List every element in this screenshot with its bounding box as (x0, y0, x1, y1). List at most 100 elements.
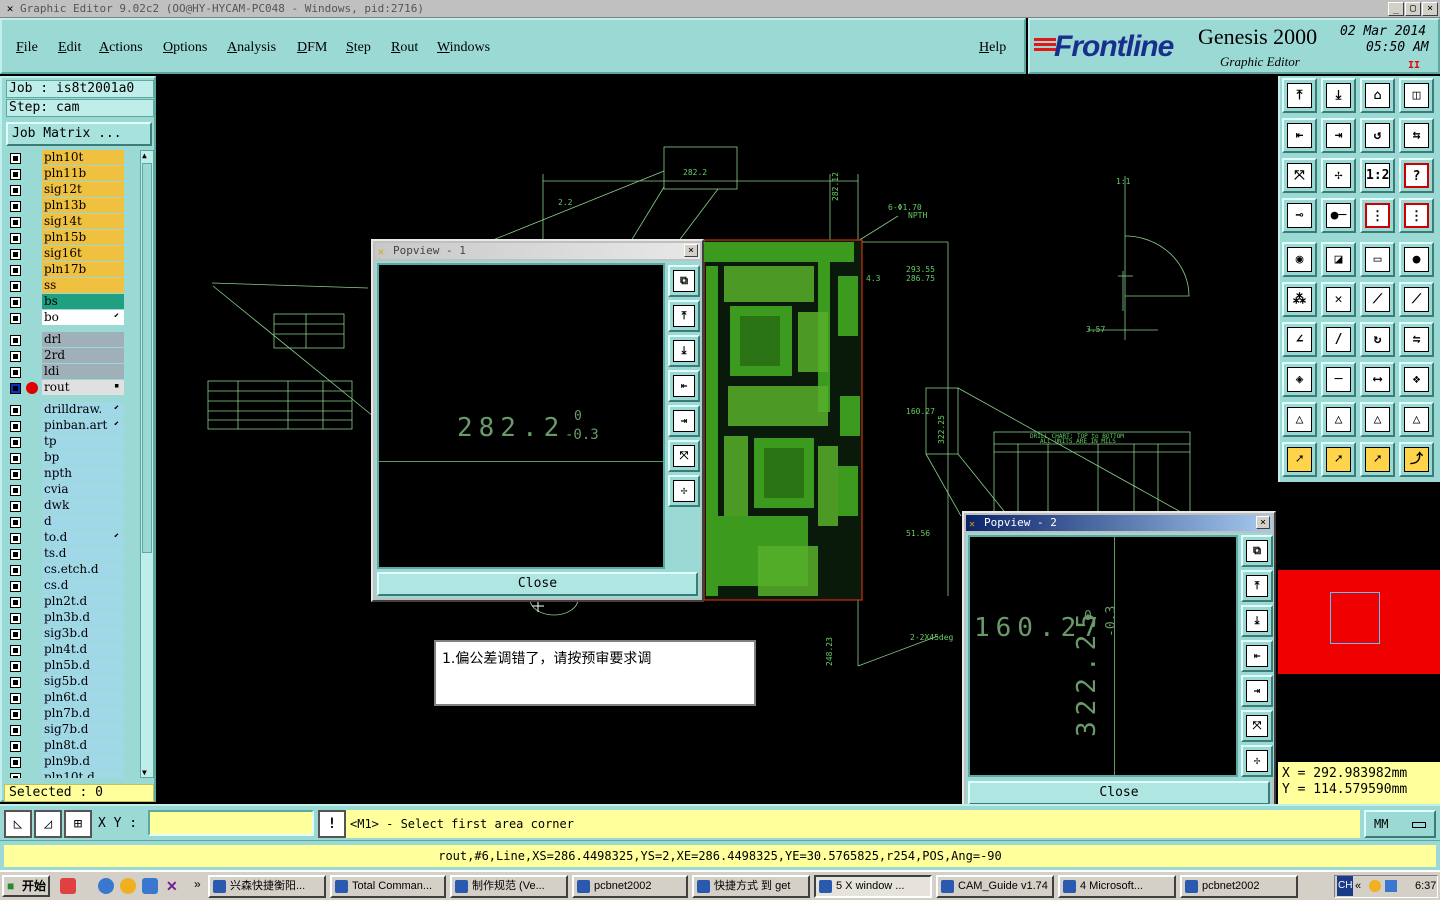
pv1-pan-right-button[interactable]: ⇥ (668, 405, 700, 437)
layer-name[interactable]: pln10t (42, 150, 124, 165)
layer-name[interactable]: pln13b (42, 198, 124, 213)
menu-analysis[interactable]: Analysis (227, 40, 276, 56)
pv2-pan-down-button[interactable]: ⤓ (1241, 605, 1273, 637)
popview-2-titlebar[interactable]: ✕ Popview - 2 × (966, 515, 1272, 531)
popview-2-close-button[interactable]: Close (968, 781, 1270, 805)
layer-name[interactable]: pln10t.d (42, 770, 124, 778)
layer-row[interactable]: sig7b.d (6, 722, 124, 738)
layer-name[interactable]: 2rd (42, 348, 124, 363)
tray-clock-icon[interactable] (1369, 880, 1381, 892)
layer-name[interactable]: sig14t (42, 214, 124, 229)
task-button-1[interactable]: 兴森快捷衡阳... (208, 875, 326, 898)
tool-pan-left-button[interactable]: ⇤ (1282, 118, 1317, 153)
tool-select-net-button[interactable]: ⤴ (1399, 442, 1434, 477)
scroll-down-icon[interactable]: ▼ (142, 768, 147, 777)
layer-row[interactable]: pln9b.d (6, 754, 124, 770)
layer-checkbox[interactable] (10, 485, 21, 496)
layer-row[interactable]: dwk (6, 498, 124, 514)
layer-row[interactable]: pln13b (6, 198, 124, 214)
layer-row[interactable]: pln3b.d (6, 610, 124, 626)
layer-row[interactable]: bp (6, 450, 124, 466)
layer-checkbox[interactable] (10, 313, 21, 324)
task-button-9[interactable]: pcbnet2002 (1180, 875, 1298, 898)
layer-name[interactable]: sig16t (42, 246, 124, 261)
tool-redraw-button[interactable]: ↺ (1360, 118, 1395, 153)
layer-checkbox[interactable] (10, 533, 21, 544)
x-app-icon[interactable]: ✕ (3, 2, 17, 16)
task-button-7[interactable]: CAM_Guide v1.74 (936, 875, 1054, 898)
layer-checkbox[interactable] (10, 453, 21, 464)
layer-name[interactable]: pln8t.d (42, 738, 124, 753)
layer-checkbox[interactable] (10, 469, 21, 480)
tool-hline-button[interactable]: ─ (1321, 362, 1356, 397)
popview-1-window[interactable]: ✕ Popview - 1 × 282.2 0 -0.3 ⧉ ⤒ ⤓ ⇤ ⇥ ⤧… (371, 239, 704, 602)
task-button-2[interactable]: Total Comman... (330, 875, 446, 898)
layer-row[interactable]: pln6t.d (6, 690, 124, 706)
layer-row[interactable]: cvia (6, 482, 124, 498)
layer-name[interactable]: pln5b.d (42, 658, 124, 673)
layer-checkbox[interactable] (10, 217, 21, 228)
layer-row[interactable]: pln2t.d (6, 594, 124, 610)
layer-name[interactable]: ts.d (42, 546, 124, 561)
layer-row[interactable]: to.d ⬋ (6, 530, 124, 546)
layer-name[interactable]: drilldraw. (42, 402, 124, 417)
layer-name[interactable]: drl (42, 332, 124, 347)
layer-name[interactable]: to.d (42, 530, 124, 545)
layer-name[interactable]: tp (42, 434, 124, 449)
layer-checkbox[interactable] (10, 265, 21, 276)
pv1-pan-down-button[interactable]: ⤓ (668, 335, 700, 367)
tool-dim-button[interactable]: ⟷ (1360, 362, 1395, 397)
layer-checkbox[interactable] (10, 741, 21, 752)
tool-zoom-down-button[interactable]: ⤓ (1321, 78, 1356, 113)
pv2-pan-right-button[interactable]: ⇥ (1241, 675, 1273, 707)
layer-name[interactable]: bs (42, 294, 124, 309)
layer-checkbox[interactable] (10, 421, 21, 432)
layer-row[interactable]: d (6, 514, 124, 530)
minimize-button[interactable]: _ (1388, 2, 1404, 16)
grid-button[interactable]: ⊞ (64, 810, 92, 838)
pv2-pan-up-button[interactable]: ⤒ (1241, 570, 1273, 602)
units-selector[interactable]: MM (1364, 810, 1436, 838)
tool-drag-pad-button[interactable]: ◈ (1282, 362, 1317, 397)
task-button-4[interactable]: pcbnet2002 (572, 875, 688, 898)
tool-query-button[interactable]: ? (1399, 158, 1434, 193)
snap-diag-button[interactable]: ◿ (34, 810, 62, 838)
popview-1-titlebar[interactable]: ✕ Popview - 1 × (375, 243, 700, 259)
layer-row[interactable]: pln15b (6, 230, 124, 246)
tool-select-blue-button[interactable]: ➚ (1360, 442, 1395, 477)
layer-checkbox[interactable] (10, 335, 21, 346)
tool-slash-button[interactable]: / (1321, 322, 1356, 357)
layer-row[interactable]: pinban.art ⬋ (6, 418, 124, 434)
popview-1-close-button[interactable]: Close (377, 572, 698, 596)
scroll-up-icon[interactable]: ▲ (142, 151, 147, 160)
layer-name[interactable]: bo (42, 310, 124, 325)
tool-line-red-button[interactable]: ⟋ (1360, 282, 1395, 317)
pause-icon[interactable]: II (1408, 60, 1420, 71)
pv2-zoom-in-button[interactable]: ✢ (1241, 745, 1273, 777)
tool-group-button[interactable]: ❖ (1399, 362, 1434, 397)
layer-name[interactable]: pln2t.d (42, 594, 124, 609)
overview-map[interactable] (1278, 484, 1440, 760)
popview-1-close-x-button[interactable]: × (684, 244, 698, 257)
tool-tri2-button[interactable]: △ (1321, 402, 1356, 437)
menu-actions[interactable]: Actions (99, 40, 143, 56)
layer-checkbox[interactable] (10, 565, 21, 576)
layer-row[interactable]: npth (6, 466, 124, 482)
pv2-pan-left-button[interactable]: ⇤ (1241, 640, 1273, 672)
menu-help[interactable]: Help (979, 40, 1006, 56)
layer-checkbox[interactable] (10, 613, 21, 624)
layer-checkbox[interactable] (10, 709, 21, 720)
quicklaunch-more-icon[interactable]: » (194, 877, 201, 891)
menu-step[interactable]: Step (346, 40, 371, 56)
tool-flip-button[interactable]: ⇋ (1399, 322, 1434, 357)
layer-row[interactable]: tp (6, 434, 124, 450)
snap-corner-button[interactable]: ◺ (4, 810, 32, 838)
job-matrix-button[interactable]: Job Matrix ... (6, 122, 152, 146)
layer-checkbox[interactable] (10, 185, 21, 196)
layer-checkbox[interactable] (10, 773, 21, 778)
menu-file[interactable]: File (16, 40, 38, 56)
tool-tri4-button[interactable]: △ (1399, 402, 1434, 437)
language-indicator[interactable]: CH (1337, 876, 1354, 896)
xy-input[interactable] (148, 810, 314, 836)
tool-tri3-button[interactable]: △ (1360, 402, 1395, 437)
